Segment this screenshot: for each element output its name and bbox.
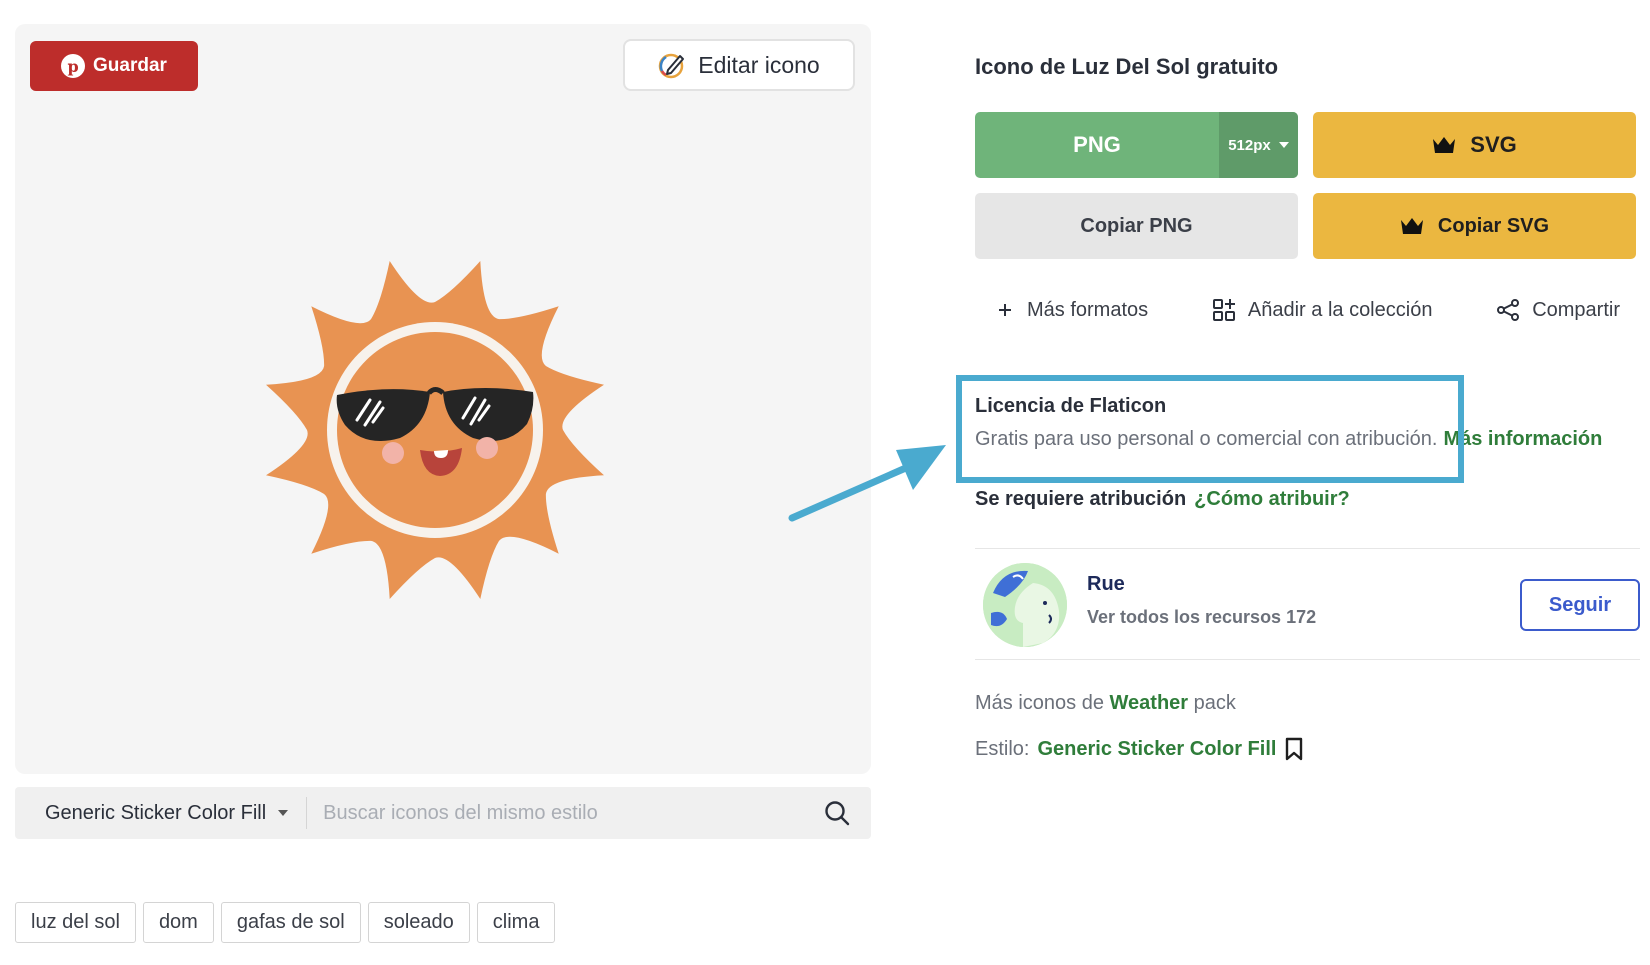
icon-preview-panel: p Guardar Editar icono: [15, 24, 871, 774]
author-avatar[interactable]: [983, 563, 1067, 647]
share-label: Compartir: [1532, 298, 1620, 321]
plus-icon: [999, 304, 1011, 316]
style-label: Estilo:: [975, 737, 1030, 760]
avatar-face-icon: [983, 563, 1067, 647]
tag-list: luz del sol dom gafas de sol soleado cli…: [15, 902, 556, 943]
tag-item[interactable]: dom: [142, 902, 214, 943]
author-name[interactable]: Rue: [1087, 573, 1125, 596]
more-icons-from-pack: Más iconos de Weather pack: [975, 692, 1236, 715]
add-to-collection-label: Añadir a la colección: [1247, 298, 1433, 321]
attribution-label: Se requiere atribución: [975, 488, 1187, 510]
chevron-down-icon: [278, 810, 289, 816]
download-png-button[interactable]: PNG 512px: [975, 112, 1298, 178]
pack-link[interactable]: Weather: [1110, 692, 1189, 714]
follow-button[interactable]: Seguir: [1520, 579, 1640, 631]
bookmark-icon[interactable]: [1284, 737, 1304, 761]
secondary-actions: Más formatos Añadir a la colección Compa…: [975, 298, 1640, 322]
tag-item[interactable]: luz del sol: [15, 902, 136, 943]
style-info: Estilo: Generic Sticker Color Fill: [975, 737, 1304, 761]
png-size-dropdown[interactable]: 512px: [1219, 112, 1298, 178]
more-formats-label: Más formatos: [1027, 298, 1149, 321]
crown-icon: [1400, 218, 1423, 234]
more-formats-button[interactable]: Más formatos: [995, 298, 1148, 322]
more-icons-prefix: Más iconos de: [975, 692, 1104, 714]
style-dropdown-label: Generic Sticker Color Fill: [45, 801, 267, 824]
tag-item[interactable]: gafas de sol: [220, 902, 361, 943]
author-card: Rue Ver todos los recursos 172 Seguir: [975, 559, 1640, 655]
style-search-input[interactable]: [307, 801, 823, 825]
share-icon: [1497, 299, 1520, 321]
tag-item[interactable]: clima: [476, 902, 556, 943]
page-title: Icono de Luz Del Sol gratuito: [975, 54, 1279, 79]
collection-add-icon: [1212, 299, 1235, 321]
annotation-arrow-icon: [788, 445, 946, 522]
copy-png-button[interactable]: Copiar PNG: [975, 193, 1298, 259]
author-resources-link[interactable]: Ver todos los recursos 172: [1087, 607, 1316, 628]
share-button[interactable]: Compartir: [1496, 298, 1620, 322]
style-search-bar: Generic Sticker Color Fill: [15, 787, 871, 839]
search-icon[interactable]: [823, 799, 851, 827]
png-label: PNG: [1073, 132, 1121, 157]
sun-with-sunglasses-icon: [266, 261, 604, 599]
download-svg-button[interactable]: SVG: [1313, 112, 1636, 178]
divider: [975, 659, 1640, 660]
edit-icon-button[interactable]: Editar icono: [623, 39, 855, 91]
svg-label: SVG: [1470, 132, 1517, 157]
style-dropdown[interactable]: Generic Sticker Color Fill: [15, 797, 308, 829]
copy-svg-button[interactable]: Copiar SVG: [1313, 193, 1636, 259]
png-size-label: 512px: [1228, 136, 1271, 154]
how-to-attribute-link[interactable]: ¿Cómo atribuir?: [1194, 488, 1350, 511]
pencil-icon: [659, 53, 685, 79]
crown-icon: [1433, 137, 1456, 153]
divider: [975, 548, 1640, 549]
copy-svg-label: Copiar SVG: [1437, 214, 1550, 237]
edit-icon-label: Editar icono: [698, 51, 820, 78]
chevron-down-icon: [1278, 142, 1289, 148]
pinterest-save-button[interactable]: p Guardar: [30, 41, 198, 91]
more-icons-suffix: pack: [1193, 692, 1236, 714]
pinterest-icon: p: [61, 54, 86, 78]
save-label: Guardar: [93, 55, 167, 76]
license-highlight-box: [956, 375, 1464, 483]
attribution-required: Se requiere atribución ¿Cómo atribuir?: [975, 488, 1350, 511]
add-to-collection-button[interactable]: Añadir a la colección: [1212, 298, 1433, 322]
more-info-link[interactable]: Más información: [1443, 428, 1602, 450]
copy-png-label: Copiar PNG: [1080, 214, 1193, 237]
style-link[interactable]: Generic Sticker Color Fill: [1037, 738, 1276, 761]
tag-item[interactable]: soleado: [367, 902, 470, 943]
